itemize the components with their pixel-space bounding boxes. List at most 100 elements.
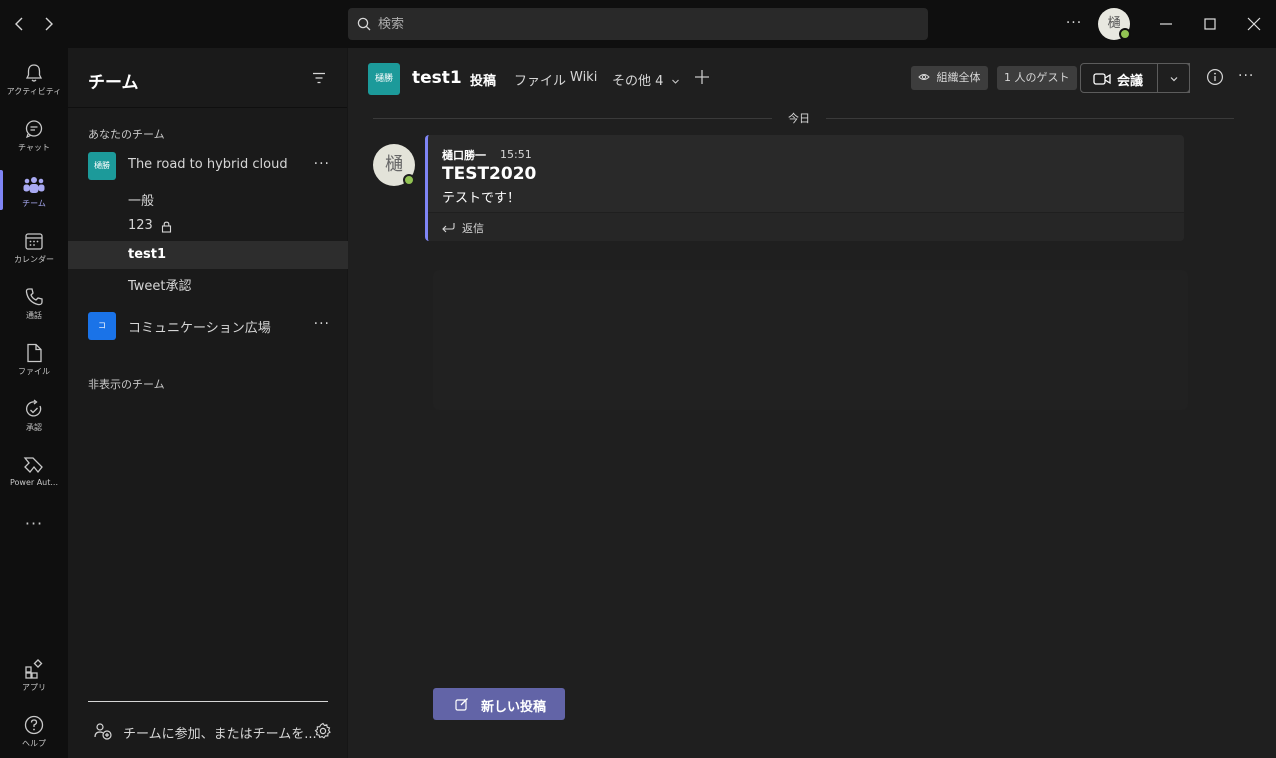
app-rail: アクティビティ チャット チーム カレンダー 通話 ファイル 承認 Power …	[0, 48, 68, 758]
teams-pane: チーム あなたのチーム 樋勝 The road to hybrid cloud …	[68, 48, 348, 758]
reply-button[interactable]: 返信	[428, 212, 1184, 241]
org-wide-label: 組織全体	[936, 71, 981, 84]
maximize-icon[interactable]	[1198, 12, 1222, 36]
message-card[interactable]: 樋口勝一 15:51 TEST2020 テストです！ 返信	[425, 135, 1184, 241]
rail-item-chat[interactable]: チャット	[0, 108, 68, 160]
team-row-hybrid-cloud[interactable]: 樋勝 The road to hybrid cloud ···	[68, 148, 348, 184]
chevron-down-icon	[671, 79, 679, 84]
channel-item-test1[interactable]: test1	[68, 241, 348, 269]
hidden-teams-label[interactable]: 非表示のチーム	[88, 376, 165, 392]
settings-gear-icon[interactable]	[314, 722, 332, 740]
rail-label: ファイル	[18, 367, 50, 376]
reply-label: 返信	[462, 222, 484, 235]
bell-icon	[25, 64, 43, 82]
presence-available-icon	[403, 174, 415, 186]
divider	[88, 701, 328, 702]
more-icon: ···	[24, 514, 44, 533]
search-input[interactable]	[378, 16, 898, 32]
channel-view: 樋勝 test1 投稿 ファイル Wiki その他 4 組織全体 1 人のゲスト…	[348, 48, 1276, 758]
add-people-icon	[94, 723, 112, 740]
channel-team-avatar: 樋勝	[368, 63, 400, 95]
title-bar: ··· 樋	[0, 0, 1276, 48]
eye-icon	[918, 74, 930, 80]
power-automate-icon	[23, 457, 43, 474]
rail-label: ヘルプ	[22, 739, 46, 748]
back-arrow-icon[interactable]	[10, 14, 30, 34]
channel-header: 樋勝 test1 投稿 ファイル Wiki その他 4 組織全体 1 人のゲスト…	[348, 48, 1276, 108]
rail-item-approvals[interactable]: 承認	[0, 388, 68, 440]
rail-label: アプリ	[22, 683, 46, 692]
join-team-label: チームに参加、またはチームを...	[123, 727, 317, 742]
more-options-icon[interactable]: ···	[314, 156, 330, 172]
rail-item-activity[interactable]: アクティビティ	[0, 52, 68, 104]
empty-post-placeholder	[433, 270, 1188, 410]
org-wide-badge[interactable]: 組織全体	[911, 66, 988, 90]
compose-icon	[455, 698, 468, 711]
avatar-initial: 樋	[1107, 16, 1121, 31]
avatar-initial: 樋	[385, 154, 403, 175]
info-icon[interactable]	[1206, 68, 1224, 90]
message-subject: TEST2020	[442, 164, 537, 184]
reply-arrow-icon	[442, 223, 455, 233]
guest-badge[interactable]: 1 人のゲスト	[997, 66, 1077, 90]
new-post-button[interactable]: 新しい投稿	[433, 688, 565, 720]
rail-item-apps[interactable]: アプリ	[0, 648, 68, 700]
message-author[interactable]: 樋口勝一	[442, 147, 486, 163]
message-body: テストです！	[442, 191, 521, 206]
date-divider-label: 今日	[772, 110, 826, 126]
join-or-create-team[interactable]: チームに参加、またはチームを...	[88, 716, 338, 746]
rail-label: 通話	[26, 311, 42, 320]
rail-item-calls[interactable]: 通話	[0, 276, 68, 328]
rail-item-power-automate[interactable]: Power Aut...	[0, 444, 68, 496]
channel-item-123[interactable]: 123	[68, 212, 348, 240]
chevron-down-icon	[1170, 77, 1178, 82]
rail-label: Power Aut...	[9, 478, 59, 487]
rail-item-calendar[interactable]: カレンダー	[0, 220, 68, 272]
channel-name: Tweet承認	[128, 279, 192, 294]
teams-icon	[23, 177, 45, 193]
team-name: The road to hybrid cloud	[128, 157, 288, 172]
apps-icon	[25, 659, 43, 679]
channel-title: test1	[412, 68, 462, 88]
channel-item-tweet-approval[interactable]: Tweet承認	[68, 269, 348, 297]
rail-label: カレンダー	[14, 255, 54, 264]
tab-more[interactable]: その他 4	[612, 70, 680, 89]
rail-item-help[interactable]: ヘルプ	[0, 704, 68, 756]
meet-label: 会議	[1117, 74, 1144, 89]
team-avatar: 樋勝	[88, 152, 116, 180]
more-options-icon[interactable]: ···	[1064, 14, 1084, 34]
channel-name: test1	[128, 247, 167, 262]
message-timestamp: 15:51	[500, 148, 532, 161]
lock-icon	[161, 221, 172, 233]
rail-label: チャット	[18, 143, 50, 152]
channel-name: 一般	[128, 194, 155, 209]
minimize-icon[interactable]	[1154, 12, 1178, 36]
tab-posts[interactable]: 投稿	[470, 70, 496, 89]
tab-wiki[interactable]: Wiki	[570, 70, 597, 85]
meet-dropdown-button[interactable]	[1157, 63, 1190, 93]
forward-arrow-icon[interactable]	[38, 14, 58, 34]
phone-icon	[25, 288, 43, 306]
search-bar[interactable]	[348, 8, 928, 40]
team-row-communication[interactable]: コ コミュニケーション広場 ···	[68, 308, 348, 344]
new-post-label: 新しい投稿	[481, 700, 547, 715]
search-icon	[357, 17, 371, 31]
close-icon[interactable]	[1242, 12, 1266, 36]
filter-icon[interactable]	[311, 70, 327, 86]
more-options-icon[interactable]: ···	[314, 316, 330, 332]
rail-more-apps[interactable]: ···	[0, 504, 68, 544]
rail-label: アクティビティ	[6, 87, 62, 96]
presence-available-icon	[1119, 28, 1131, 40]
file-icon	[27, 343, 42, 363]
add-tab-icon[interactable]	[694, 66, 710, 90]
rail-item-files[interactable]: ファイル	[0, 332, 68, 384]
team-name: コミュニケーション広場	[128, 321, 271, 336]
rail-label: 承認	[26, 423, 42, 432]
tab-more-label: その他 4	[612, 74, 664, 89]
channel-item-general[interactable]: 一般	[68, 184, 348, 212]
chat-icon	[25, 120, 43, 139]
more-options-icon[interactable]: ···	[1238, 68, 1254, 84]
tab-files[interactable]: ファイル	[514, 70, 566, 89]
rail-item-teams[interactable]: チーム	[0, 164, 68, 216]
pane-title: チーム	[88, 73, 139, 93]
